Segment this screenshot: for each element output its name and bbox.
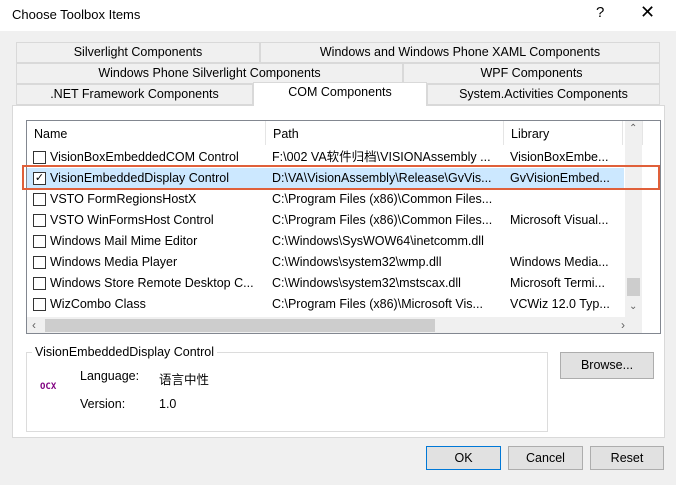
row-checkbox[interactable]: [33, 235, 46, 248]
row-path: C:\Program Files (x86)\Microsoft Vis...: [272, 297, 483, 311]
table-row[interactable]: WizCombo Class C:\Program Files (x86)\Mi…: [27, 294, 635, 315]
language-value: 语言中性: [159, 373, 210, 387]
table-row[interactable]: Windows Mail Mime Editor C:\Windows\SysW…: [27, 231, 635, 252]
row-name: Windows Media Player: [50, 255, 178, 269]
tab-com[interactable]: COM Components: [253, 82, 427, 106]
close-icon[interactable]: ✕: [640, 2, 655, 23]
row-name: WizCombo Class: [50, 297, 146, 311]
tab-windows-xaml[interactable]: Windows and Windows Phone XAML Component…: [260, 42, 660, 63]
row-library: Microsoft Visual...: [510, 213, 609, 227]
tab-system-activities[interactable]: System.Activities Components: [427, 84, 660, 105]
selected-row-highlight: [22, 165, 660, 190]
browse-button[interactable]: Browse...: [560, 352, 654, 379]
tab-silverlight[interactable]: Silverlight Components: [16, 42, 260, 63]
row-name: Windows Store Remote Desktop C...: [50, 276, 254, 290]
horizontal-scroll-thumb[interactable]: [45, 319, 435, 332]
row-library: VCWiz 12.0 Typ...: [510, 297, 610, 311]
language-label: Language:: [80, 369, 140, 383]
title-bar: Choose Toolbox Items ? ✕: [0, 0, 676, 31]
row-name: Windows Mail Mime Editor: [50, 234, 198, 248]
row-checkbox[interactable]: [33, 214, 46, 227]
ocx-icon: OCX: [40, 382, 57, 392]
components-list[interactable]: Name Path Library L VisionBoxEmbeddedCOM…: [26, 120, 661, 334]
row-checkbox[interactable]: [33, 298, 46, 311]
table-row[interactable]: VSTO FormRegionsHostX C:\Program Files (…: [27, 189, 635, 210]
vertical-scroll-thumb[interactable]: [627, 278, 640, 296]
row-name: VSTO FormRegionsHostX: [50, 192, 197, 206]
row-checkbox[interactable]: [33, 151, 46, 164]
horizontal-scrollbar[interactable]: ‹ ›: [27, 317, 642, 333]
details-title: VisionEmbeddedDisplay Control: [32, 345, 218, 359]
version-value: 1.0: [159, 397, 177, 411]
row-path: C:\Program Files (x86)\Common Files...: [272, 213, 493, 227]
scroll-right-icon[interactable]: ›: [621, 318, 625, 332]
tab-wpf[interactable]: WPF Components: [403, 63, 660, 84]
row-library: Microsoft Termi...: [510, 276, 605, 290]
row-checkbox[interactable]: [33, 277, 46, 290]
row-path: C:\Windows\SysWOW64\inetcomm.dll: [272, 234, 484, 248]
table-row[interactable]: Windows Media Player C:\Windows\system32…: [27, 252, 635, 273]
ok-button[interactable]: OK: [426, 446, 501, 470]
row-name: VSTO WinFormsHost Control: [50, 213, 214, 227]
scroll-up-icon[interactable]: ⌃: [629, 123, 637, 134]
scroll-down-icon[interactable]: ⌄: [629, 301, 637, 312]
tab-net-framework[interactable]: .NET Framework Components: [16, 84, 253, 105]
table-row[interactable]: Windows Store Remote Desktop C... C:\Win…: [27, 273, 635, 294]
column-header-library[interactable]: Library: [504, 121, 623, 145]
details-group: [26, 352, 548, 432]
cancel-button[interactable]: Cancel: [508, 446, 583, 470]
vertical-scrollbar[interactable]: ⌃ ⌄: [625, 121, 642, 317]
table-row[interactable]: VSTO WinFormsHost Control C:\Program Fil…: [27, 210, 635, 231]
column-header-name[interactable]: Name: [27, 121, 266, 145]
scroll-left-icon[interactable]: ‹: [32, 318, 36, 332]
row-library: Windows Media...: [510, 255, 609, 269]
row-checkbox[interactable]: [33, 256, 46, 269]
row-path: C:\Windows\system32\wmp.dll: [272, 255, 442, 269]
window-title: Choose Toolbox Items: [12, 7, 141, 22]
reset-button[interactable]: Reset: [590, 446, 664, 470]
row-path: C:\Windows\system32\mstscax.dll: [272, 276, 461, 290]
row-path: C:\Program Files (x86)\Common Files...: [272, 192, 493, 206]
help-icon[interactable]: ?: [596, 4, 604, 21]
column-header-path[interactable]: Path: [266, 121, 504, 145]
version-label: Version:: [80, 397, 126, 411]
tab-windows-phone-silverlight[interactable]: Windows Phone Silverlight Components: [16, 63, 403, 84]
row-checkbox[interactable]: [33, 193, 46, 206]
